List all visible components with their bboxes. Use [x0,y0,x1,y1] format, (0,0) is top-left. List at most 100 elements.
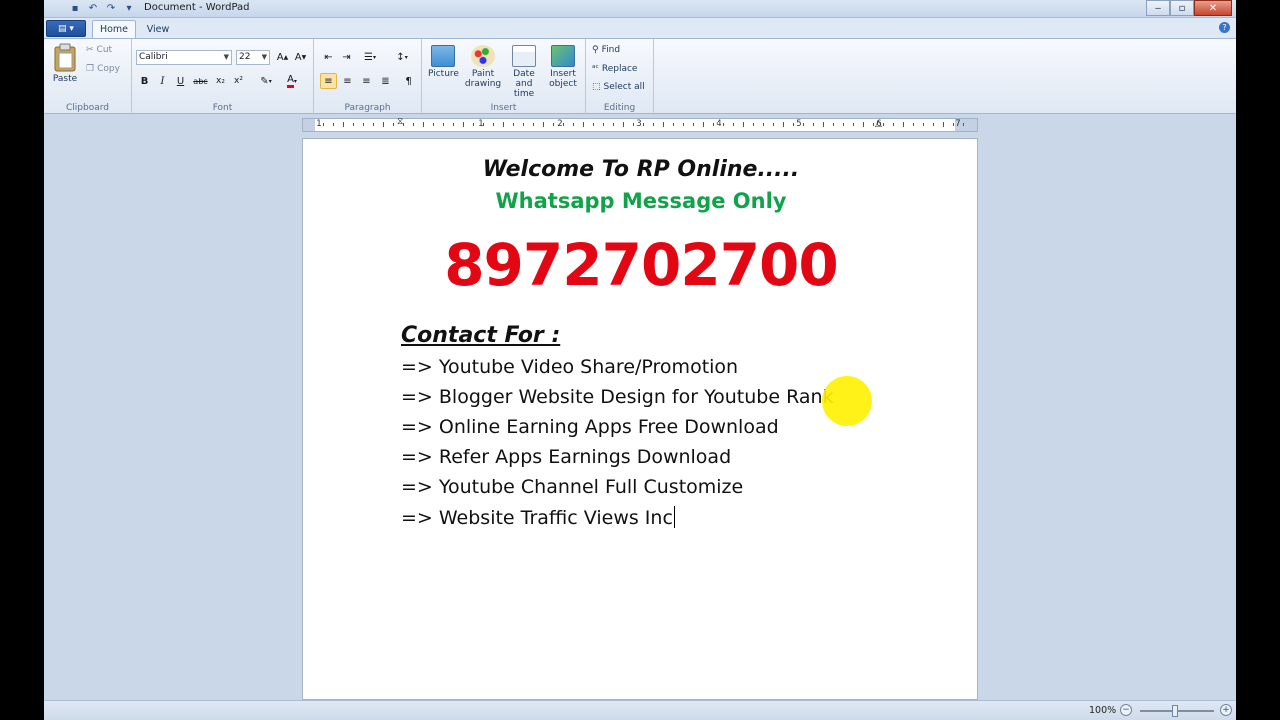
cut-button[interactable]: ✂ Cut [86,45,112,55]
strikethrough-button[interactable]: abc [192,73,209,89]
ruler-tick [353,123,354,126]
ruler-tick [503,122,504,127]
paint-palette-icon [471,45,495,67]
ruler-tick [903,122,904,127]
align-center-button[interactable]: ≡ [339,73,356,89]
font-size-select[interactable]: 22 ▼ [236,50,270,65]
tab-home[interactable]: Home [92,20,136,38]
shrink-font-button[interactable]: A ▼ [292,49,309,65]
document-page[interactable]: Welcome To RP Online..... Whatsapp Messa… [302,138,978,700]
justify-button[interactable]: ≣ [377,73,394,89]
align-left-button[interactable]: ≡ [320,73,337,89]
minimize-button[interactable]: ‒ [1146,0,1170,16]
font-family-value: Calibri [139,52,168,62]
ruler-tick [343,122,344,127]
binoculars-icon: ⚲ [592,45,599,55]
ruler-tick [703,122,704,127]
list-item-text: => Website Traffic Views Inc [401,507,673,529]
ruler-tick [883,123,884,126]
close-button[interactable]: ✕ [1194,0,1232,16]
line-spacing-button[interactable]: ↕ ▾ [390,49,414,65]
list-item: => Blogger Website Design for Youtube Ra… [401,386,834,408]
tab-view[interactable]: View [140,20,176,38]
zoom-slider-thumb[interactable] [1172,705,1178,717]
ruler-tick [663,122,664,127]
picture-button[interactable]: Picture [428,45,459,79]
screen: ▪ ↶ ↷ ▾ Document - WordPad ‒ ▫ ✕ ▤ ▾ Hom… [0,0,1280,720]
ruler-tick [793,123,794,126]
document-area: Welcome To RP Online..... Whatsapp Messa… [44,138,1236,700]
underline-button[interactable]: U [172,73,189,89]
find-button[interactable]: ⚲ Find [592,45,620,55]
zoom-out-button[interactable]: − [1120,704,1132,716]
ruler-tick [433,123,434,126]
copy-button[interactable]: ❐ Copy [86,64,120,74]
insert-object-icon [551,45,575,67]
ruler-number: 2 [557,119,563,129]
chevron-down-icon: ▼ [223,53,229,61]
replace-label: Replace [601,64,638,74]
bold-button[interactable]: B [136,73,153,89]
maximize-button[interactable]: ▫ [1170,0,1194,16]
paint-drawing-button[interactable]: Paint drawing [464,45,502,89]
insert-object-label: Insert object [549,69,577,89]
help-icon[interactable]: ? [1219,22,1230,33]
copy-label: Copy [97,64,120,74]
ruler-tick [573,123,574,126]
align-right-button[interactable]: ≡ [358,73,375,89]
ruler-tick [803,123,804,126]
superscript-button[interactable]: x² [230,73,247,89]
date-time-label: Date and time [513,69,535,99]
ruler-tick [423,122,424,127]
font-color-button[interactable]: A ▾ [280,73,304,89]
ribbon: Paste ✂ Cut ❐ Copy Clipboard Calibri ▼ 22 ▼ … [44,38,1236,115]
ruler-tick [643,123,644,126]
ruler-tick [773,123,774,126]
list-item: => Online Earning Apps Free Download [401,416,779,438]
paste-button[interactable]: Paste [52,43,78,84]
ruler-tick [473,123,474,126]
ruler-tick [513,123,514,126]
zoom-in-button[interactable]: + [1220,704,1232,716]
ruler-tick [963,123,964,126]
ruler[interactable]: 1 1 2 3 4 5 6 7 ⧖ △ [302,117,978,132]
undo-icon[interactable]: ↶ [86,1,100,15]
italic-button[interactable]: I [154,73,171,89]
paragraph-settings-button[interactable]: ¶ [400,73,417,89]
find-label: Find [601,45,621,55]
decrease-indent-button[interactable]: ⇤ [320,49,337,65]
replace-button[interactable]: ᵃᶜ Replace [592,64,637,74]
highlight-color-button[interactable]: ✎ ▾ [254,73,278,89]
increase-indent-button[interactable]: ⇥ [338,49,355,65]
subscript-button[interactable]: x₂ [212,73,229,89]
customize-qat-icon[interactable]: ▾ [122,1,136,15]
ruler-number: 1 [316,119,322,129]
ruler-number: 4 [716,119,722,129]
ruler-tick [673,123,674,126]
font-color-icon: A [287,74,294,88]
ruler-tick [403,123,404,126]
font-family-select[interactable]: Calibri ▼ [136,50,232,65]
grow-font-button[interactable]: A ▲ [274,49,291,65]
right-indent-marker[interactable]: △ [875,119,882,129]
ruler-tick [523,123,524,126]
paint-drawing-label: Paint drawing [464,69,502,89]
ruler-number: 7 [955,119,961,129]
date-time-button[interactable]: Date and time [504,45,544,99]
insert-group: Picture Paint drawing Date and time Inse… [422,39,586,115]
save-icon[interactable]: ▪ [68,1,82,15]
bullet-list-button[interactable]: ☰ ▾ [358,49,382,65]
ruler-tick [783,122,784,127]
redo-icon[interactable]: ↷ [104,1,118,15]
insert-object-button[interactable]: Insert object [546,45,580,89]
quick-access-toolbar: ▪ ↶ ↷ ▾ [68,1,136,15]
scissors-icon: ✂ [86,45,94,55]
ruler-tick [483,123,484,126]
ruler-tick [713,123,714,126]
ruler-tick [913,123,914,126]
ruler-tick [493,123,494,126]
application-menu-button[interactable]: ▤ ▾ [46,20,86,37]
ruler-tick [733,123,734,126]
paragraph-group-label: Paragraph [344,103,391,113]
select-all-button[interactable]: ⬚ Select all [592,82,645,92]
